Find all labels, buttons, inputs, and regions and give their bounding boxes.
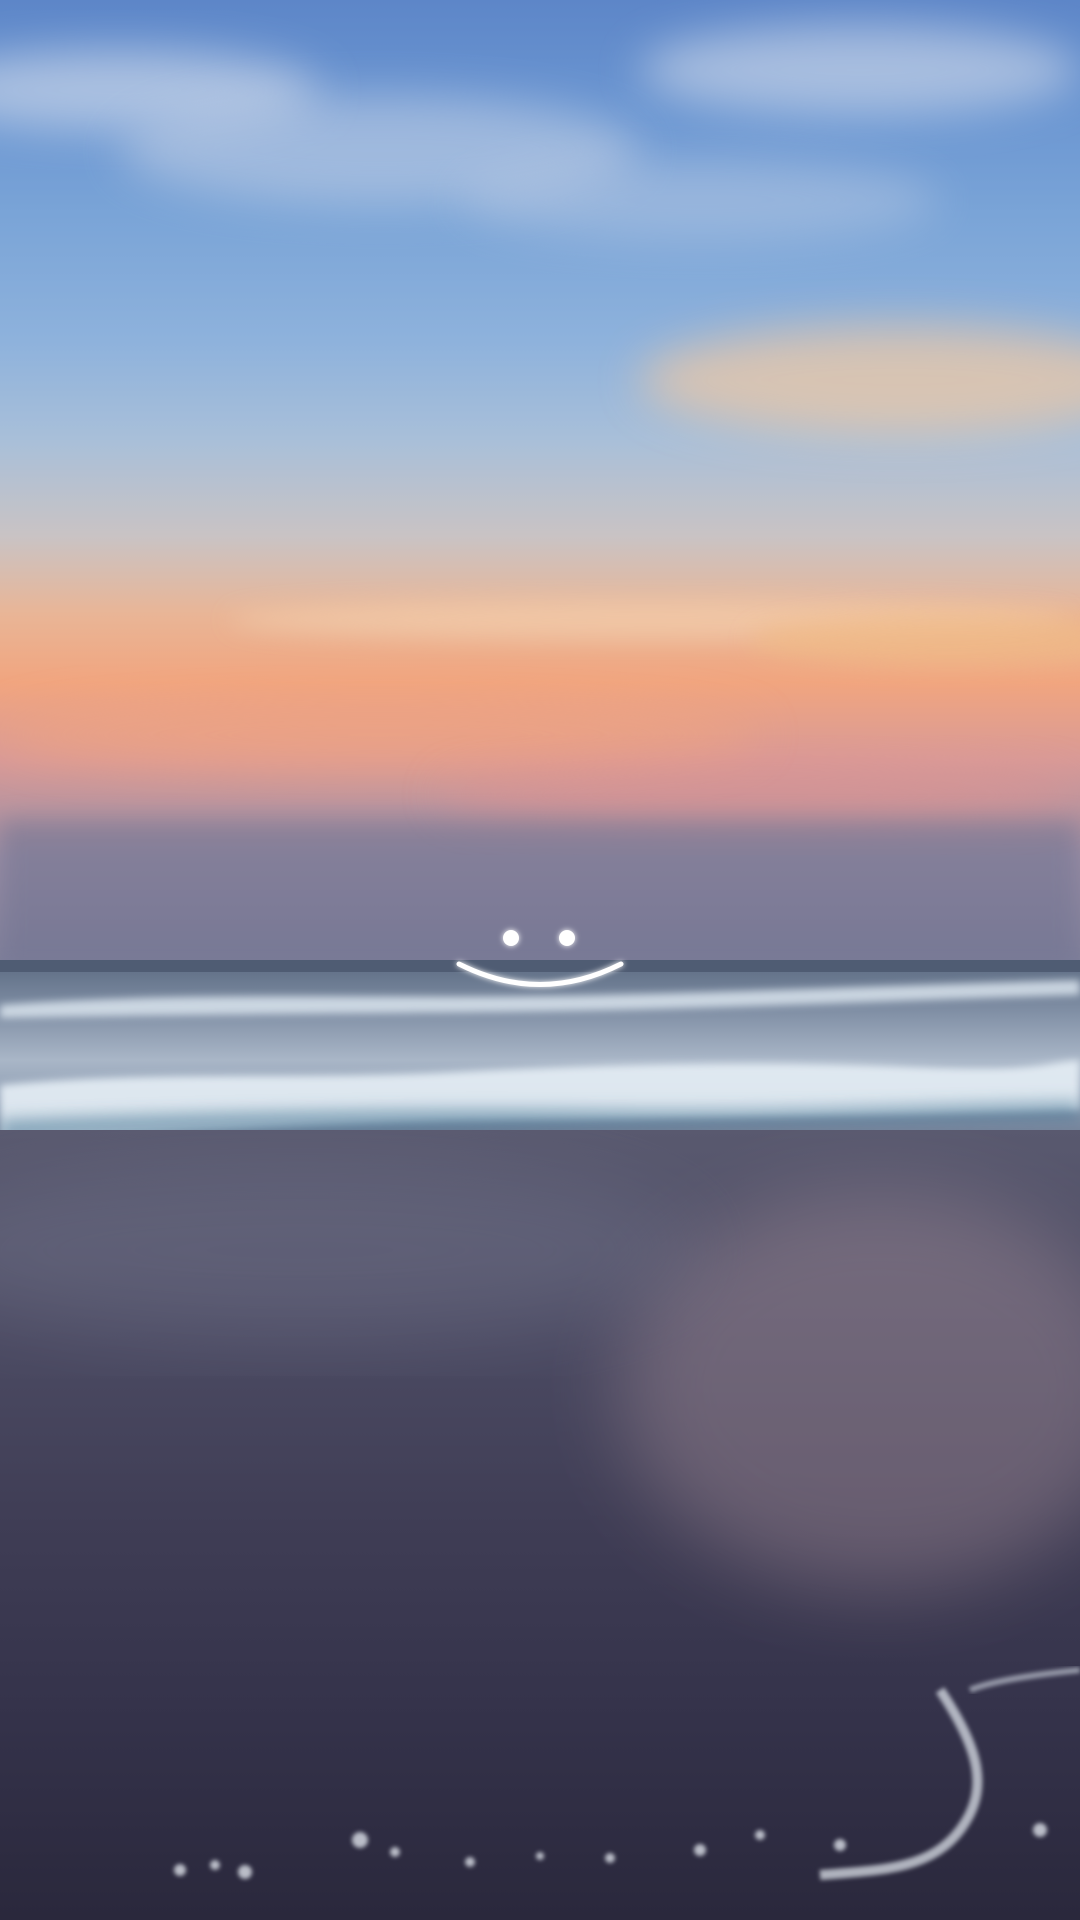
foam-trail [968,1667,1080,1693]
beach-sunset-photo [0,0,1080,1920]
cloud-wisp [460,160,940,240]
horizon-haze [0,820,1080,970]
sky-clouds [0,25,1080,970]
foam-specks [174,1823,1047,1879]
cloud-glow [440,765,1080,825]
cloud-warm [640,325,1080,435]
sand-sheen [0,1160,1080,1880]
cloud-glow [0,700,760,770]
cloud-wisp [640,25,1080,115]
sky-reflection [0,1160,700,1340]
